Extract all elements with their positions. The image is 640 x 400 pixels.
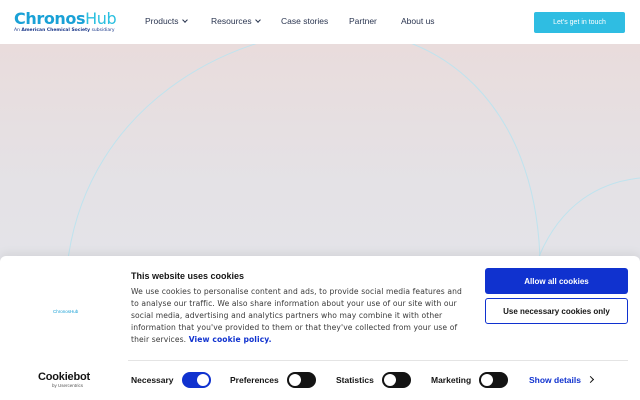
- toggle-necessary: Necessary: [131, 372, 211, 388]
- toggle-statistics: Statistics: [336, 372, 411, 388]
- chevron-right-icon: [586, 375, 595, 384]
- chevron-down-icon: [181, 17, 188, 23]
- chronoshub-logo[interactable]: ChronosHub An American Chemical Society …: [14, 9, 117, 34]
- nav-item-about-us[interactable]: About us: [401, 16, 435, 26]
- necessary-toggle-switch[interactable]: [181, 372, 211, 388]
- nav-item-resources[interactable]: Resources: [211, 16, 261, 26]
- nav-item-products[interactable]: Products: [145, 16, 188, 26]
- cookie-title: This website uses cookies: [131, 271, 245, 281]
- show-details-button[interactable]: Show details: [529, 375, 595, 385]
- nav-item-case-stories[interactable]: Case stories: [281, 16, 328, 26]
- toggle-marketing: Marketing: [431, 372, 509, 388]
- nav-item-partner[interactable]: Partner: [349, 16, 377, 26]
- use-necessary-cookies-button[interactable]: Use necessary cookies only: [485, 298, 628, 324]
- site-header: ChronosHub An American Chemical Society …: [0, 0, 640, 44]
- marketing-toggle-switch[interactable]: [479, 372, 509, 388]
- site-logo-small: ChronosHub: [53, 309, 79, 314]
- get-in-touch-button[interactable]: Let's get in touch: [534, 12, 625, 33]
- divider: [128, 360, 628, 361]
- logo-wordmark: ChronosHub: [14, 9, 117, 28]
- statistics-toggle-switch[interactable]: [381, 372, 411, 388]
- cookiebot-logo: Cookiebot by Usercentrics: [38, 371, 90, 389]
- cookie-description: We use cookies to personalise content an…: [131, 287, 462, 344]
- cookie-consent-banner: ChronosHub This website uses cookies We …: [0, 256, 640, 400]
- toggle-preferences: Preferences: [230, 372, 316, 388]
- preferences-toggle-switch[interactable]: [286, 372, 316, 388]
- chevron-down-icon: [254, 17, 261, 23]
- cookie-policy-link[interactable]: View cookie policy.: [189, 335, 272, 344]
- allow-all-cookies-button[interactable]: Allow all cookies: [485, 268, 628, 294]
- logo-tagline: An American Chemical Society subsidiary: [14, 28, 115, 33]
